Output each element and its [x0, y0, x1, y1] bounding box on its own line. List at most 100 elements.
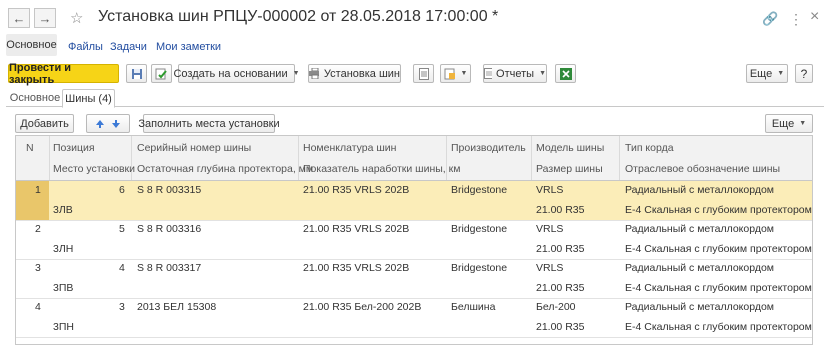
help-button[interactable]: ?	[795, 64, 813, 83]
row-size: 21.00 R35	[536, 243, 585, 255]
col-header-size[interactable]: Размер шины	[536, 163, 603, 175]
spreadsheet-icon	[559, 67, 572, 80]
tab-main[interactable]: Основное	[6, 34, 57, 56]
table-more-button[interactable]: Еще ▼	[765, 114, 813, 133]
more-button[interactable]: Еще ▼	[746, 64, 788, 83]
save-button[interactable]	[126, 64, 147, 83]
col-divider	[619, 136, 620, 180]
row-model: Бел-200	[536, 301, 576, 313]
chevron-down-icon: ▼	[292, 70, 300, 77]
col-header-model[interactable]: Модель шины	[536, 142, 604, 154]
excel-export-button[interactable]	[555, 64, 576, 83]
document-list-icon	[418, 67, 429, 80]
tab-notes[interactable]: Мои заметки	[156, 41, 221, 53]
create-based-on-label: Создать на основании	[173, 67, 288, 80]
tires-table: N Позиция Место установки Серийный номер…	[15, 135, 813, 345]
row-maker: Белшина	[451, 301, 496, 313]
chevron-down-icon: ▼	[460, 70, 468, 77]
row-serial: S 8 R 003317	[137, 262, 202, 274]
col-header-industry[interactable]: Отраслевое обозначение шины	[625, 163, 780, 175]
row-number: 2	[35, 223, 41, 235]
more-vertical-icon[interactable]: ⋮	[789, 11, 803, 28]
close-icon[interactable]: ×	[810, 8, 819, 26]
row-number: 1	[35, 184, 41, 196]
col-header-install-place[interactable]: Место установки	[53, 163, 135, 175]
row-install-place: 3ПН	[53, 321, 74, 333]
row-install-place: 3ЛН	[53, 243, 74, 255]
row-divider	[16, 220, 812, 221]
row-divider	[16, 259, 812, 260]
more-label: Еще	[749, 67, 773, 80]
col-header-nomenclature[interactable]: Номенклатура шин	[303, 142, 396, 154]
create-based-on-button[interactable]: Создать на основании ▼	[173, 64, 300, 83]
row-model: VRLS	[536, 223, 564, 235]
row-maker: Bridgestone	[451, 184, 508, 196]
row-install-place: 3ЛВ	[53, 204, 73, 216]
post-document-icon	[155, 68, 167, 79]
printer-icon	[309, 68, 319, 79]
row-maker: Bridgestone	[451, 262, 508, 274]
tab-tires[interactable]: Шины (4)	[62, 89, 115, 108]
col-header-maker[interactable]: Производитель	[451, 142, 526, 154]
fill-install-places-button[interactable]: Заполнить места установки	[138, 114, 280, 133]
chevron-down-icon: ▼	[799, 120, 807, 127]
row-model: VRLS	[536, 262, 564, 274]
help-icon: ?	[800, 66, 808, 81]
favorite-star-icon[interactable]: ☆	[70, 9, 83, 27]
row-cord: Радиальный с металлокордом	[625, 301, 775, 313]
col-header-mileage[interactable]: Показатель наработки шины, км	[303, 163, 460, 175]
row-divider	[16, 337, 812, 338]
row-size: 21.00 R35	[536, 282, 585, 294]
row-divider	[16, 298, 812, 299]
row-serial: 2013 БЕЛ 15308	[137, 301, 217, 313]
row-number: 3	[35, 262, 41, 274]
col-header-depth[interactable]: Остаточная глубина протектора, мм	[137, 163, 313, 175]
forward-button[interactable]: →	[34, 8, 56, 28]
row-maker: Bridgestone	[451, 223, 508, 235]
tire-install-label: Установка шин	[323, 67, 400, 80]
row-nomenclature: 21.00 R35 VRLS 202B	[303, 184, 410, 196]
row-cord: Радиальный с металлокордом	[625, 223, 775, 235]
tire-install-print-button[interactable]: Установка шин	[308, 64, 401, 83]
col-header-cord[interactable]: Тип корда	[625, 142, 674, 154]
row-industry: E-4 Скальная с глубоким протектором	[625, 243, 812, 255]
col-header-position[interactable]: Позиция	[53, 142, 95, 154]
structure-icon	[444, 68, 455, 79]
row-nomenclature: 21.00 R35 Бел-200 202B	[303, 301, 422, 313]
row-industry: E-4 Скальная с глубоким протектором	[625, 204, 812, 216]
row-number: 4	[35, 301, 41, 313]
row-position: 3	[119, 301, 125, 313]
chevron-down-icon: ▼	[539, 70, 546, 77]
tab-divider	[6, 106, 824, 107]
back-button[interactable]: ←	[8, 8, 30, 28]
move-up-icon[interactable]	[95, 119, 105, 129]
journal-button[interactable]	[413, 64, 434, 83]
row-position: 6	[119, 184, 125, 196]
col-header-n[interactable]: N	[26, 142, 34, 154]
row-serial: S 8 R 003315	[137, 184, 202, 196]
tab-files[interactable]: Файлы	[68, 41, 103, 53]
row-size: 21.00 R35	[536, 204, 585, 216]
tab-form-main[interactable]: Основное	[8, 89, 62, 107]
structure-button[interactable]: ▼	[440, 64, 471, 83]
reports-label: Отчеты	[496, 67, 535, 80]
row-position: 4	[119, 262, 125, 274]
row-cord: Радиальный с металлокордом	[625, 184, 775, 196]
add-row-button[interactable]: Добавить	[15, 114, 74, 133]
post-button[interactable]	[151, 64, 172, 83]
reports-button[interactable]: Отчеты ▼	[483, 64, 547, 83]
col-header-serial[interactable]: Серийный номер шины	[137, 142, 251, 154]
move-down-icon[interactable]	[111, 119, 121, 129]
row-industry: E-4 Скальная с глубоким протектором	[625, 321, 812, 333]
chevron-down-icon: ▼	[777, 70, 785, 77]
move-buttons	[86, 114, 130, 133]
link-icon[interactable]: 🔗	[762, 11, 778, 27]
tab-tasks[interactable]: Задачи	[110, 41, 147, 53]
row-industry: E-4 Скальная с глубоким протектором	[625, 282, 812, 294]
post-and-close-button[interactable]: Провести и закрыть	[8, 62, 119, 86]
save-icon	[131, 68, 142, 79]
col-divider	[531, 136, 532, 180]
page-title: Установка шин РПЦУ-000002 от 28.05.2018 …	[98, 8, 499, 25]
table-more-label: Еще	[771, 117, 795, 130]
col-divider	[49, 136, 50, 180]
